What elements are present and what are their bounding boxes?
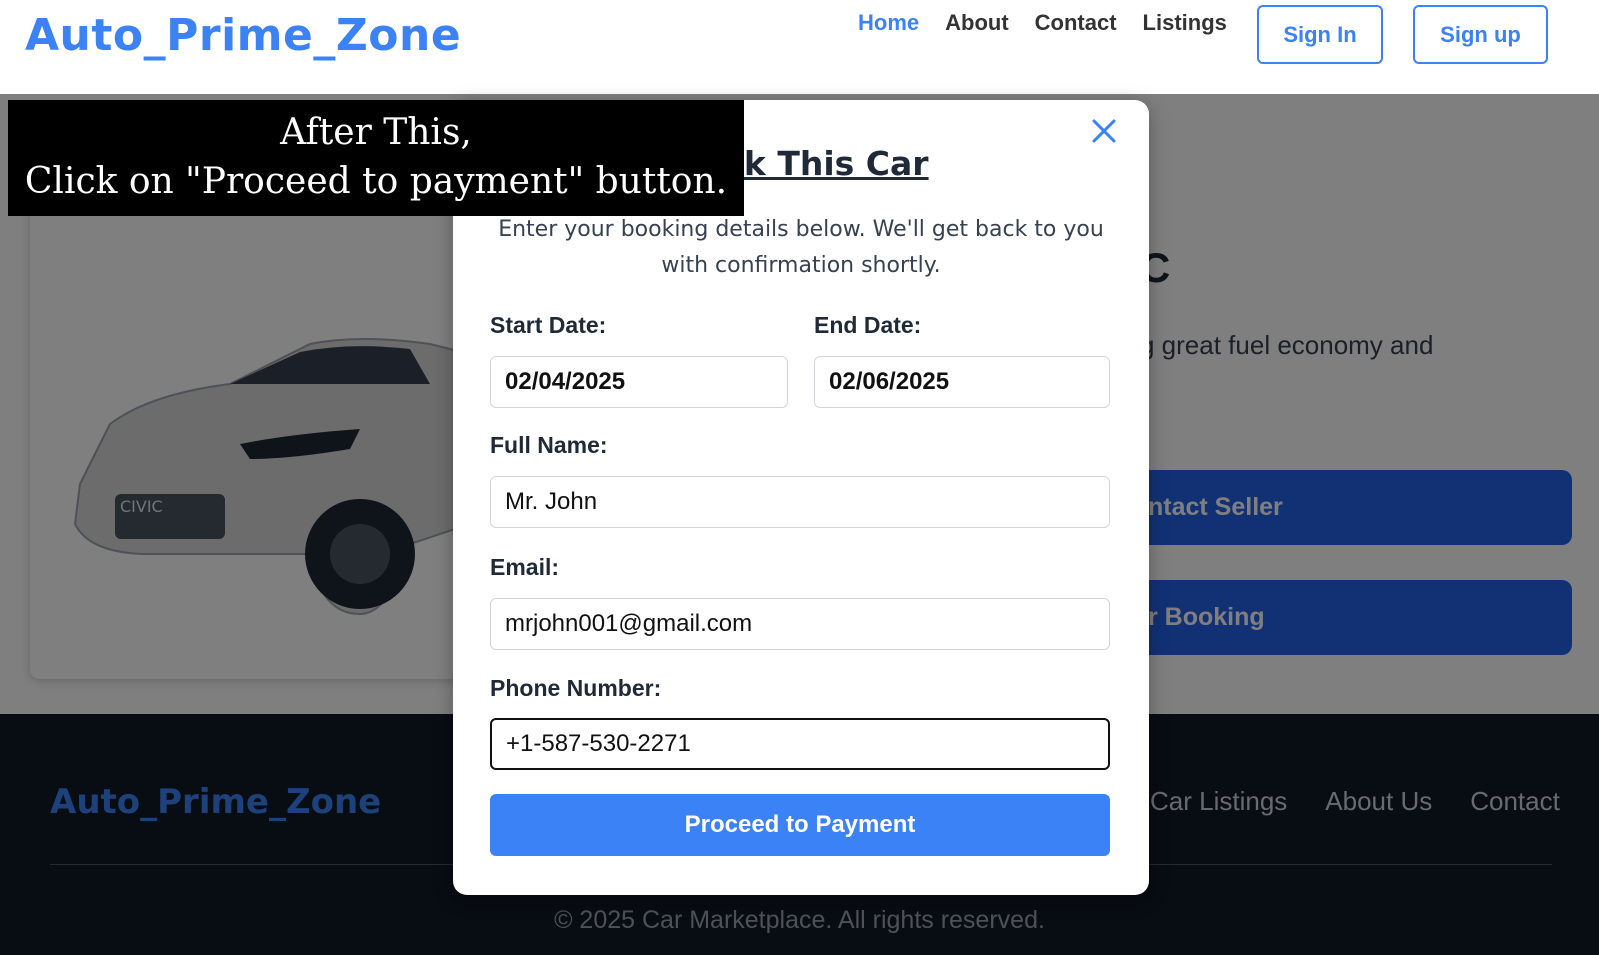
start-date-label: Start Date: <box>490 312 607 338</box>
modal-subtitle: Enter your booking details below. We'll … <box>483 212 1119 284</box>
instruction-line1: After This, <box>280 112 472 153</box>
booking-modal: Book This Car Enter your booking details… <box>453 100 1149 895</box>
close-icon[interactable] <box>1089 116 1119 146</box>
nav-about[interactable]: About <box>945 10 1009 36</box>
sign-up-button[interactable]: Sign up <box>1413 5 1548 64</box>
phone-input[interactable]: +1-587-530-2271 <box>490 718 1110 770</box>
modal-subtitle-line1: Enter your booking details below. We'll … <box>498 217 1104 242</box>
full-name-label: Full Name: <box>490 432 608 458</box>
proceed-to-payment-button[interactable]: Proceed to Payment <box>490 794 1110 856</box>
phone-label: Phone Number: <box>490 675 662 701</box>
full-name-input[interactable]: Mr. John <box>490 476 1110 528</box>
email-label: Email: <box>490 554 560 580</box>
site-header: Auto_Prime_Zone Home About Contact Listi… <box>0 0 1599 94</box>
instruction-line2: Click on "Proceed to payment" button. <box>24 161 728 202</box>
nav-home[interactable]: Home <box>858 10 919 36</box>
end-date-input[interactable]: 02/06/2025 <box>814 356 1110 408</box>
sign-in-button[interactable]: Sign In <box>1257 5 1383 64</box>
start-date-input[interactable]: 02/04/2025 <box>490 356 788 408</box>
nav-contact[interactable]: Contact <box>1035 10 1117 36</box>
main-nav: Home About Contact Listings <box>858 10 1253 36</box>
instruction-banner: After This, Click on "Proceed to payment… <box>8 100 744 216</box>
site-logo[interactable]: Auto_Prime_Zone <box>25 10 461 61</box>
modal-subtitle-line2: with confirmation shortly. <box>661 253 941 278</box>
nav-listings[interactable]: Listings <box>1143 10 1227 36</box>
email-input[interactable]: mrjohn001@gmail.com <box>490 598 1110 650</box>
end-date-label: End Date: <box>814 312 922 338</box>
